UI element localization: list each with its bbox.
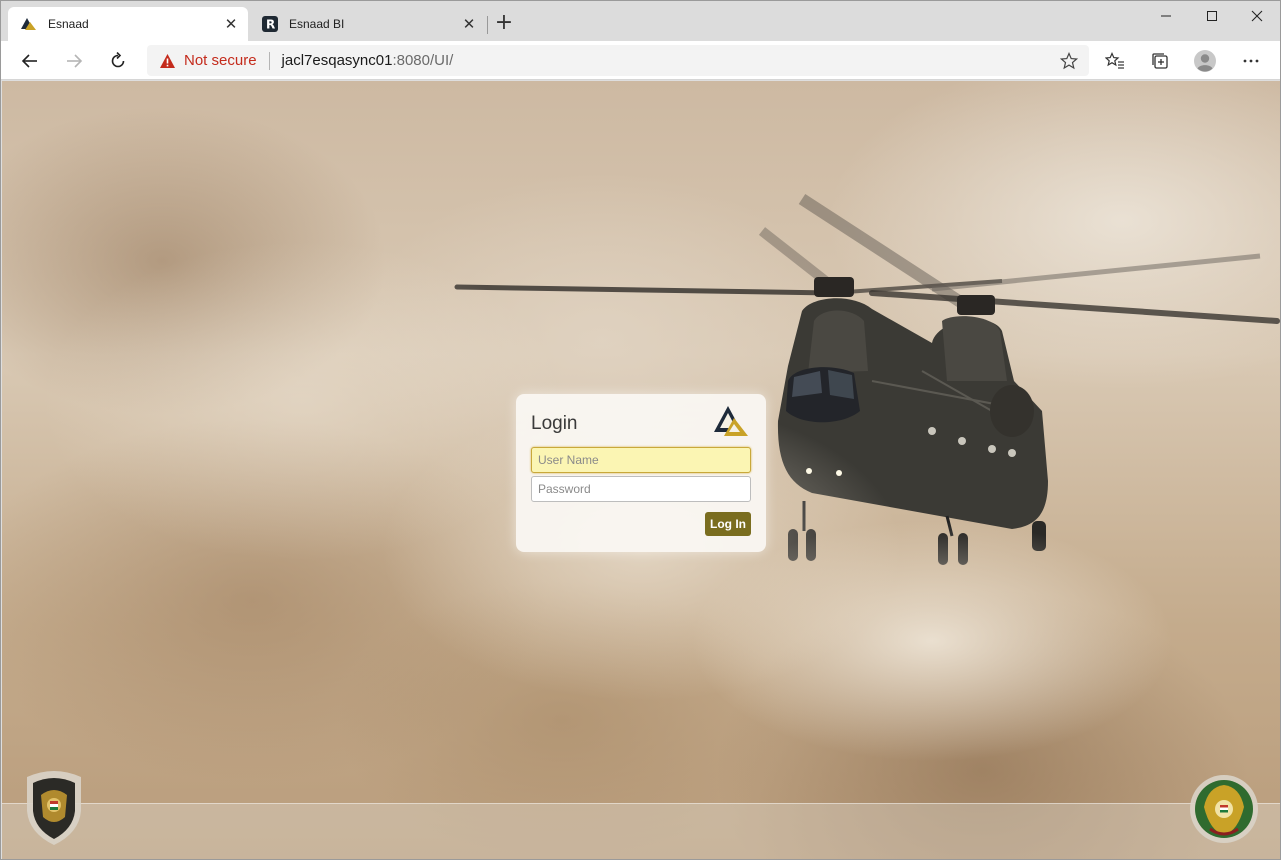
tab-title: Esnaad BI (289, 17, 345, 31)
security-status[interactable]: Not secure (184, 52, 257, 69)
browser-toolbar: Not secure jacl7esqasync01:8080/UI/ (1, 41, 1280, 80)
footer-bar (2, 803, 1280, 859)
url-host: jacl7esqasync01 (281, 52, 393, 69)
tab-title: Esnaad (48, 17, 89, 31)
url-path: :8080/UI/ (392, 52, 454, 69)
tab-separator (487, 16, 488, 34)
login-button[interactable]: Log In (705, 512, 751, 536)
ministry-shield-emblem (27, 771, 81, 845)
esnaad-logo-icon (20, 15, 38, 33)
tab-esnaad-bi[interactable]: R Esnaad BI ✕ (249, 7, 486, 41)
svg-text:R: R (266, 18, 275, 32)
login-panel: Login Log In (516, 394, 766, 552)
back-icon[interactable] (14, 45, 46, 77)
password-input[interactable] (531, 476, 751, 502)
page-background: Login Log In (2, 81, 1280, 859)
favorite-star-icon[interactable] (1059, 51, 1079, 71)
forward-icon[interactable] (58, 45, 90, 77)
esnaad-logo-icon (714, 406, 748, 436)
minimize-icon[interactable] (1143, 1, 1189, 31)
more-options-icon[interactable] (1235, 45, 1267, 77)
r-app-icon: R (261, 15, 279, 33)
close-tab-icon[interactable]: ✕ (458, 13, 480, 35)
warning-icon[interactable] (159, 52, 176, 69)
login-title: Login (531, 413, 578, 434)
profile-avatar-icon[interactable] (1189, 45, 1221, 77)
browser-window: Esnaad ✕ R Esnaad BI ✕ + Not secure jacl… (0, 0, 1281, 860)
maximize-icon[interactable] (1189, 1, 1235, 31)
username-input[interactable] (531, 447, 751, 473)
refresh-icon[interactable] (102, 45, 134, 77)
new-tab-icon[interactable]: + (493, 12, 515, 35)
close-tab-icon[interactable]: ✕ (220, 13, 242, 35)
tab-esnaad[interactable]: Esnaad ✕ (8, 7, 248, 41)
address-divider (268, 51, 270, 70)
tab-strip: Esnaad ✕ R Esnaad BI ✕ + (1, 1, 1280, 41)
address-bar[interactable]: Not secure jacl7esqasync01:8080/UI/ (147, 45, 1089, 76)
favorites-icon[interactable] (1099, 45, 1131, 77)
close-window-icon[interactable] (1234, 1, 1280, 31)
collections-icon[interactable] (1144, 45, 1176, 77)
national-emblem-seal (1190, 775, 1258, 843)
